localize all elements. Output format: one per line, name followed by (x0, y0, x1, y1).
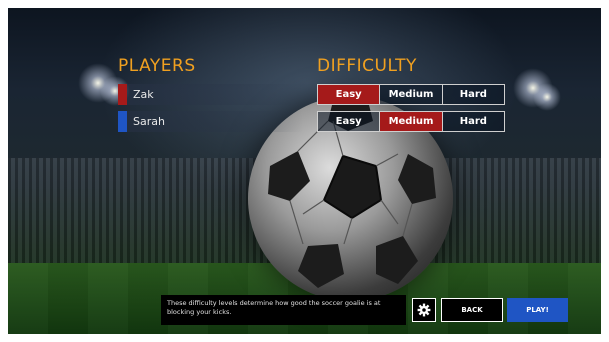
gear-icon (417, 303, 431, 317)
difficulty-hard-button[interactable]: Hard (442, 85, 504, 104)
difficulty-easy-button[interactable]: Easy (318, 112, 381, 131)
stadium-light (533, 83, 561, 111)
back-button[interactable]: BACK (441, 298, 503, 322)
player-color-swatch (118, 84, 127, 105)
player-name: Zak (133, 88, 154, 101)
difficulty-easy-button[interactable]: Easy (318, 85, 381, 104)
difficulty-selector-zak: Easy Medium Hard (317, 84, 505, 105)
player-row-zak: Zak (118, 84, 303, 105)
difficulty-heading: DIFFICULTY (317, 56, 417, 76)
settings-button[interactable] (412, 298, 436, 322)
game-screen: PLAYERS DIFFICULTY Zak Sarah Easy Medium… (8, 8, 601, 334)
difficulty-medium-button[interactable]: Medium (380, 85, 443, 104)
difficulty-hard-button[interactable]: Hard (442, 112, 504, 131)
difficulty-info-text: These difficulty levels determine how go… (161, 295, 406, 325)
difficulty-medium-button[interactable]: Medium (380, 112, 443, 131)
player-color-swatch (118, 111, 127, 132)
player-row-sarah: Sarah (118, 111, 303, 132)
difficulty-selector-sarah: Easy Medium Hard (317, 111, 505, 132)
player-name: Sarah (133, 115, 165, 128)
players-heading: PLAYERS (118, 56, 196, 76)
play-button[interactable]: PLAY! (507, 298, 568, 322)
